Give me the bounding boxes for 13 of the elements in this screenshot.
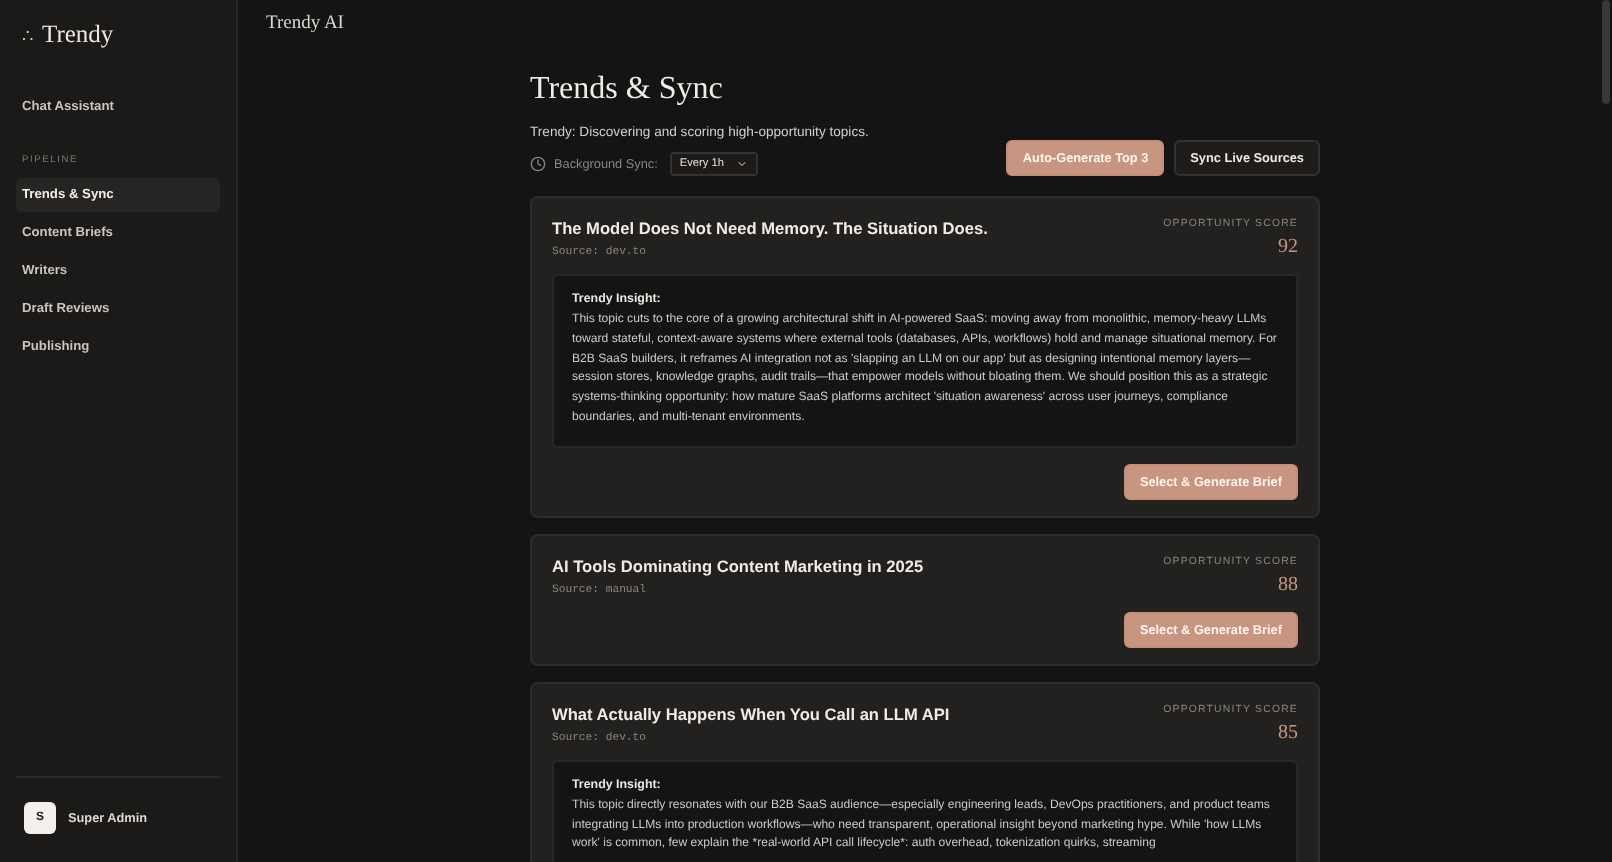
- scrollbar-thumb[interactable]: [1602, 0, 1610, 104]
- page-title: Trends & Sync: [530, 72, 725, 108]
- clock-icon: [530, 156, 546, 172]
- app-logo: Trendy: [42, 20, 114, 50]
- score-value: 92: [1278, 236, 1298, 258]
- header-title: Trendy AI: [264, 12, 346, 38]
- topic-title: AI Tools Dominating Content Marketing in 2025: [552, 555, 924, 576]
- chevron-down-icon: [735, 158, 748, 170]
- topic-title: What Actually Happens When You Call an LLM API: [552, 703, 950, 724]
- logo-mark: ∴: [22, 25, 34, 45]
- score-value: 88: [1278, 573, 1298, 596]
- topic-title: The Model Does Not Need Memory. The Situation Does.: [552, 218, 988, 238]
- score-value: 85: [1278, 721, 1298, 744]
